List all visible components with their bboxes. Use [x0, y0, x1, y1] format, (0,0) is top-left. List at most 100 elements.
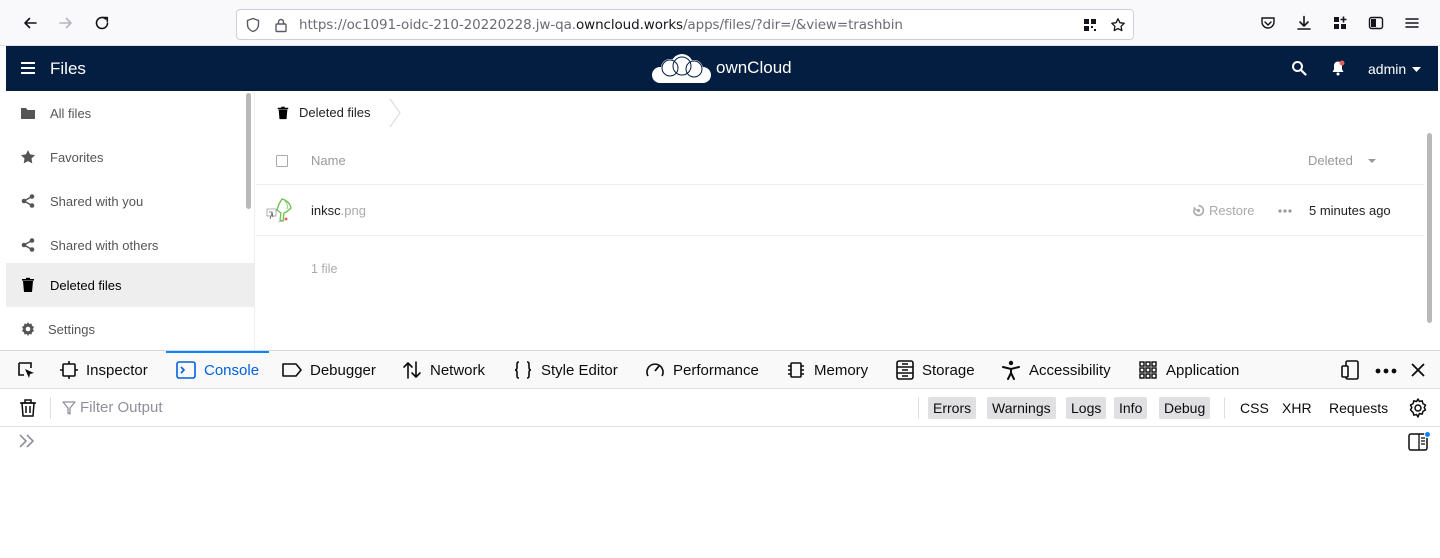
close-icon[interactable]: [1411, 363, 1425, 377]
reload-button[interactable]: [88, 9, 116, 37]
filter-warnings-button[interactable]: Warnings: [987, 397, 1056, 419]
sort-caret-down-icon[interactable]: [1368, 159, 1376, 163]
breadcrumb-label[interactable]: Deleted files: [299, 105, 371, 120]
console-filter-bar: Filter Output Errors Warnings Logs Info …: [0, 389, 1440, 427]
tab-label: Inspector: [86, 361, 148, 379]
shield-icon[interactable]: [245, 17, 261, 33]
breadcrumb[interactable]: [276, 103, 290, 123]
pocket-icon: [1261, 17, 1275, 29]
caret-down-icon[interactable]: [1412, 67, 1421, 72]
restore-button[interactable]: Restore: [1192, 203, 1255, 218]
bookmark-star-icon[interactable]: [1110, 17, 1126, 33]
column-name[interactable]: Name: [311, 153, 346, 168]
lock-icon[interactable]: [273, 17, 289, 33]
clear-console-trash-icon[interactable]: [18, 398, 38, 418]
file-list-header: Name Deleted: [256, 133, 1424, 185]
tab-console[interactable]: Console: [166, 351, 270, 389]
tab-label: Accessibility: [1029, 361, 1111, 379]
restore-label: Restore: [1209, 203, 1255, 218]
filter-css-button[interactable]: CSS: [1240, 397, 1269, 419]
filter-xhr-button[interactable]: XHR: [1282, 397, 1312, 419]
sidebar-scrollbar[interactable]: [246, 93, 251, 209]
sidebar-item-label: Settings: [48, 321, 95, 337]
app-title[interactable]: Files: [50, 59, 86, 79]
filter-output-input[interactable]: Filter Output: [80, 399, 163, 416]
sidebar-item-label: Shared with others: [50, 237, 159, 253]
sidebar-item-label: Favorites: [50, 149, 104, 165]
tab-application[interactable]: Application: [1138, 351, 1239, 389]
notifications-bell-icon[interactable]: [1331, 60, 1345, 76]
tab-performance[interactable]: Performance: [645, 351, 759, 389]
tab-memory[interactable]: Memory: [786, 351, 868, 389]
content-scrollbar[interactable]: [1427, 133, 1432, 323]
menu-icon[interactable]: [20, 61, 36, 75]
sidebar-toggle-button[interactable]: [1365, 12, 1387, 34]
sidebar-item-favorites[interactable]: Favorites: [6, 135, 254, 179]
folder-icon: [21, 108, 35, 119]
sidebar-item-shared-with-others[interactable]: Shared with others: [6, 223, 254, 267]
more-options-icon[interactable]: [1375, 368, 1397, 374]
url-suffix: /apps/files/?dir=/&view=trashbin: [682, 17, 903, 33]
memory-icon: [788, 362, 804, 378]
select-all-checkbox[interactable]: [276, 155, 288, 167]
arrow-right-icon: [59, 17, 72, 29]
tab-label: Memory: [814, 361, 869, 379]
more-actions-icon[interactable]: [1278, 204, 1292, 218]
tab-accessibility[interactable]: Accessibility: [1001, 351, 1111, 389]
app-navigation: All files Favorites Shared with you Shar…: [6, 91, 255, 351]
gear-icon: [22, 322, 34, 336]
sidebar-item-settings[interactable]: Settings: [6, 307, 254, 351]
hamburger-icon: [1405, 18, 1419, 28]
filter-debug-button[interactable]: Debug: [1159, 397, 1211, 419]
filter-logs-button[interactable]: Logs: [1066, 397, 1107, 419]
search-icon[interactable]: [1291, 60, 1307, 76]
network-icon: [403, 361, 421, 379]
sidebar-item-label: Shared with you: [50, 193, 144, 209]
file-name[interactable]: inksc.png: [311, 203, 366, 218]
back-button[interactable]: [16, 9, 44, 37]
tab-label: Debugger: [310, 361, 376, 379]
filter-errors-button[interactable]: Errors: [928, 397, 977, 419]
forward-button[interactable]: [52, 9, 80, 37]
url-bar[interactable]: https://oc1091-oidc-210-20220228.jw-qa.o…: [236, 9, 1134, 40]
url-text[interactable]: https://oc1091-oidc-210-20220228.jw-qa.o…: [299, 17, 903, 33]
file-extension: .png: [340, 203, 366, 218]
extensions-button[interactable]: [1329, 12, 1351, 34]
pocket-button[interactable]: [1257, 12, 1279, 34]
tab-network[interactable]: Network: [402, 351, 485, 389]
tab-label: Storage: [922, 361, 975, 379]
tab-storage[interactable]: Storage: [896, 351, 975, 389]
column-deleted[interactable]: Deleted: [1308, 153, 1353, 168]
sidebar-item-label: Deleted files: [50, 277, 122, 293]
user-menu[interactable]: admin: [1368, 61, 1406, 77]
brand-name: ownCloud: [716, 58, 792, 77]
star-icon: [21, 150, 35, 164]
responsive-design-icon[interactable]: [1340, 360, 1360, 380]
inspector-icon: [60, 361, 78, 379]
app-menu-button[interactable]: [1401, 12, 1423, 34]
element-picker-icon[interactable]: [16, 360, 36, 380]
sidebar-item-shared-with-you[interactable]: Shared with you: [6, 179, 254, 223]
tab-debugger[interactable]: Debugger: [282, 351, 376, 389]
console-settings-gear-icon[interactable]: [1408, 398, 1428, 418]
tab-label: Style Editor: [541, 361, 618, 379]
file-thumbnail-icon[interactable]: [264, 195, 296, 227]
sidebar-item-deleted-files[interactable]: Deleted files: [6, 263, 254, 307]
tab-label: Performance: [673, 361, 759, 379]
tab-inspector[interactable]: Inspector: [60, 351, 148, 389]
devtools-panel: Inspector Console Debugger Network Style…: [0, 350, 1440, 558]
devtools-tab-bar: Inspector Console Debugger Network Style…: [0, 351, 1440, 389]
style-editor-icon: [514, 361, 532, 379]
breadcrumb-separator-icon: [389, 98, 401, 128]
filter-info-button[interactable]: Info: [1114, 397, 1148, 419]
table-row[interactable]: inksc.png Restore 5 minutes ago: [256, 186, 1424, 236]
qr-code-icon[interactable]: [1082, 17, 1098, 33]
sidebar-item-all-files[interactable]: All files: [6, 91, 254, 135]
filter-separator: [50, 397, 51, 419]
downloads-button[interactable]: [1293, 12, 1315, 34]
tab-style-editor[interactable]: Style Editor: [513, 351, 618, 389]
owncloud-logo-icon: [652, 54, 711, 83]
url-domain: owncloud.works: [575, 17, 683, 33]
filter-requests-button[interactable]: Requests: [1329, 397, 1388, 419]
console-prompt-chevron-icon[interactable]: [18, 433, 36, 449]
